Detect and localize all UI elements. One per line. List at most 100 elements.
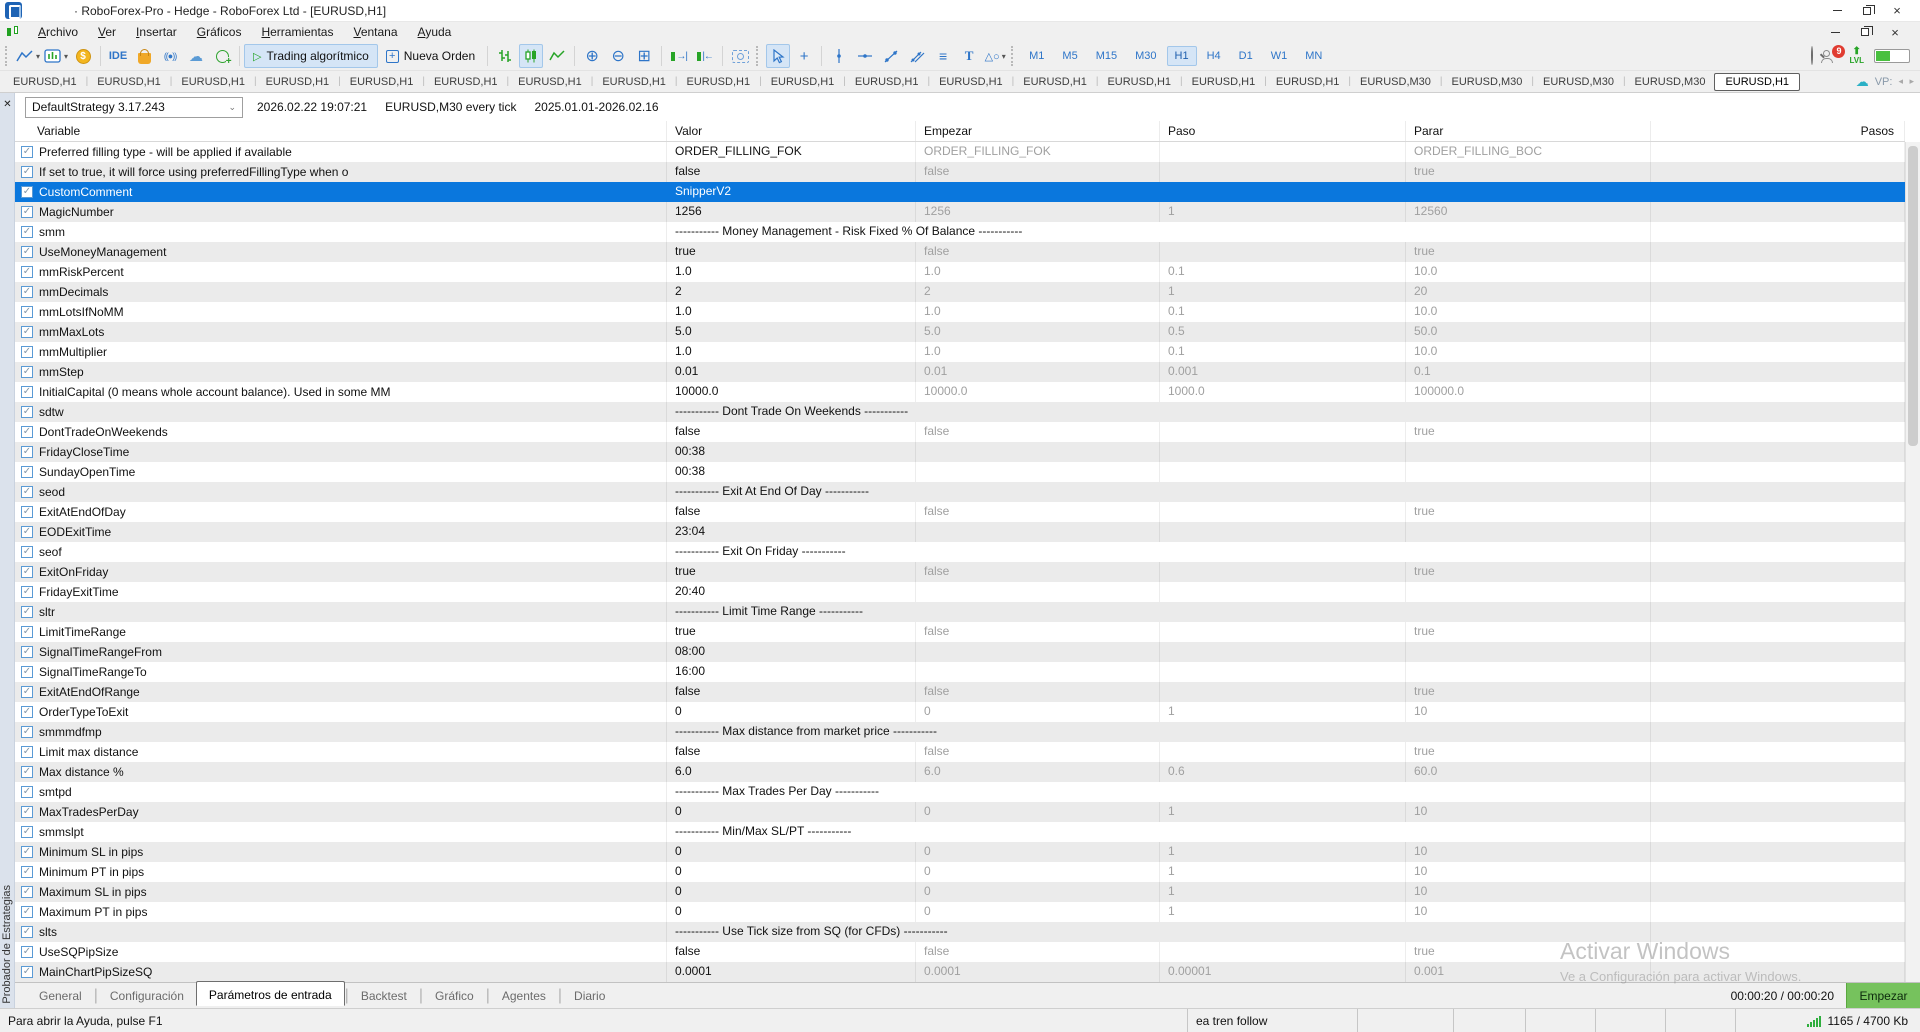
scrollbar-thumb[interactable] [1908, 146, 1918, 446]
section-row[interactable]: smmslpt----------- Min/Max SL/PT -------… [15, 822, 1905, 842]
chart-tab[interactable]: EURUSD,H1 [762, 74, 844, 90]
param-row[interactable]: Preferred filling type - will be applied… [15, 142, 1905, 162]
steps-cell[interactable] [1651, 902, 1905, 922]
row-checkbox[interactable] [21, 446, 33, 458]
steps-cell[interactable] [1651, 162, 1905, 182]
algo-trading-button[interactable]: ▷ Trading algorítmico [244, 44, 378, 68]
steps-cell[interactable] [1651, 522, 1905, 542]
col-paso[interactable]: Paso [1160, 121, 1406, 141]
row-checkbox[interactable] [21, 386, 33, 398]
steps-cell[interactable] [1651, 622, 1905, 642]
param-row[interactable]: OrderTypeToExit00110 [15, 702, 1905, 722]
channel-icon[interactable] [905, 44, 929, 68]
vertical-line-icon[interactable] [827, 44, 851, 68]
value-cell[interactable]: false [667, 162, 916, 182]
row-checkbox[interactable] [21, 286, 33, 298]
start-cell[interactable]: 0 [916, 702, 1160, 722]
param-row[interactable]: mmMultiplier1.01.00.110.0 [15, 342, 1905, 362]
value-cell[interactable]: 6.0 [667, 762, 916, 782]
steps-cell[interactable] [1651, 242, 1905, 262]
row-checkbox[interactable] [21, 206, 33, 218]
row-checkbox[interactable] [21, 266, 33, 278]
row-checkbox[interactable] [21, 946, 33, 958]
col-valor[interactable]: Valor [667, 121, 916, 141]
start-cell[interactable] [916, 662, 1160, 682]
start-cell[interactable] [916, 642, 1160, 662]
value-cell[interactable]: 1256 [667, 202, 916, 222]
row-checkbox[interactable] [21, 166, 33, 178]
start-cell[interactable]: false [916, 162, 1160, 182]
value-cell[interactable]: ORDER_FILLING_FOK [667, 142, 916, 162]
tester-tab-general[interactable]: General [27, 986, 94, 1006]
steps-cell[interactable] [1651, 762, 1905, 782]
steps-cell[interactable] [1651, 322, 1905, 342]
start-cell[interactable] [916, 462, 1160, 482]
candlestick-chart-icon[interactable] [519, 44, 543, 68]
new-chart-icon[interactable]: ▾ [43, 44, 69, 68]
start-cell[interactable]: 1.0 [916, 302, 1160, 322]
steps-cell[interactable] [1651, 202, 1905, 222]
steps-cell[interactable] [1651, 362, 1905, 382]
start-cell[interactable]: 0.0001 [916, 962, 1160, 982]
chart-tab[interactable]: EURUSD,H1 [1183, 74, 1265, 90]
value-cell[interactable]: 08:00 [667, 642, 916, 662]
chart-tab[interactable]: EURUSD,H1 [1014, 74, 1096, 90]
section-row[interactable]: seof----------- Exit On Friday ---------… [15, 542, 1905, 562]
param-row[interactable]: FridayCloseTime00:38 [15, 442, 1905, 462]
param-row[interactable]: Maximum PT in pips00110 [15, 902, 1905, 922]
timeframe-mn[interactable]: MN [1297, 46, 1330, 66]
row-checkbox[interactable] [21, 626, 33, 638]
stop-cell[interactable] [1406, 642, 1651, 662]
param-row[interactable]: Limit max distancefalsefalsetrue [15, 742, 1905, 762]
stop-cell[interactable]: 10.0 [1406, 262, 1651, 282]
start-cell[interactable]: 0 [916, 882, 1160, 902]
step-cell[interactable]: 1 [1160, 902, 1406, 922]
signals-icon[interactable]: ((●)) [158, 44, 182, 68]
chart-tab[interactable]: EURUSD,H1 [1267, 74, 1349, 90]
value-cell[interactable]: 0 [667, 882, 916, 902]
lvl-icon[interactable]: ⬆LVL [1849, 47, 1864, 65]
chart-tab[interactable]: EURUSD,H1 [593, 74, 675, 90]
step-cell[interactable]: 1 [1160, 282, 1406, 302]
menu-item-gráficos[interactable]: Gráficos [187, 23, 252, 41]
step-cell[interactable]: 1 [1160, 882, 1406, 902]
value-cell[interactable]: false [667, 742, 916, 762]
start-cell[interactable]: 0 [916, 862, 1160, 882]
value-cell[interactable]: 23:04 [667, 522, 916, 542]
chart-tab-active[interactable]: EURUSD,H1 [1714, 73, 1800, 91]
steps-cell[interactable] [1651, 882, 1905, 902]
step-cell[interactable]: 1 [1160, 702, 1406, 722]
steps-cell[interactable] [1651, 842, 1905, 862]
screenshot-icon[interactable] [728, 44, 752, 68]
param-row[interactable]: MagicNumber12561256112560 [15, 202, 1905, 222]
steps-cell[interactable] [1651, 702, 1905, 722]
step-cell[interactable] [1160, 642, 1406, 662]
stop-cell[interactable]: true [1406, 162, 1651, 182]
param-row[interactable]: SignalTimeRangeTo16:00 [15, 662, 1905, 682]
start-cell[interactable] [916, 442, 1160, 462]
row-checkbox[interactable] [21, 506, 33, 518]
row-checkbox[interactable] [21, 746, 33, 758]
row-checkbox[interactable] [21, 726, 33, 738]
param-row[interactable]: MainChartPipSizeSQ0.00010.00010.000010.0… [15, 962, 1905, 982]
stop-cell[interactable]: true [1406, 942, 1651, 962]
param-row[interactable]: DontTradeOnWeekendsfalsefalsetrue [15, 422, 1905, 442]
timeframe-m30[interactable]: M30 [1127, 46, 1164, 66]
restore-button[interactable] [1852, 2, 1882, 20]
value-cell[interactable]: 5.0 [667, 322, 916, 342]
stop-cell[interactable]: true [1406, 562, 1651, 582]
param-row[interactable]: UseMoneyManagementtruefalsetrue [15, 242, 1905, 262]
vps-cloud-icon[interactable]: ☁ [1856, 74, 1869, 90]
step-cell[interactable] [1160, 462, 1406, 482]
steps-cell[interactable] [1651, 302, 1905, 322]
stop-cell[interactable]: 10 [1406, 842, 1651, 862]
stop-cell[interactable]: 10.0 [1406, 302, 1651, 322]
start-cell[interactable]: false [916, 742, 1160, 762]
steps-cell[interactable] [1651, 142, 1905, 162]
row-checkbox[interactable] [21, 546, 33, 558]
value-cell[interactable]: 0 [667, 842, 916, 862]
step-cell[interactable] [1160, 662, 1406, 682]
step-cell[interactable] [1160, 502, 1406, 522]
row-checkbox[interactable] [21, 906, 33, 918]
toolbar-drag-handle[interactable] [756, 46, 762, 66]
